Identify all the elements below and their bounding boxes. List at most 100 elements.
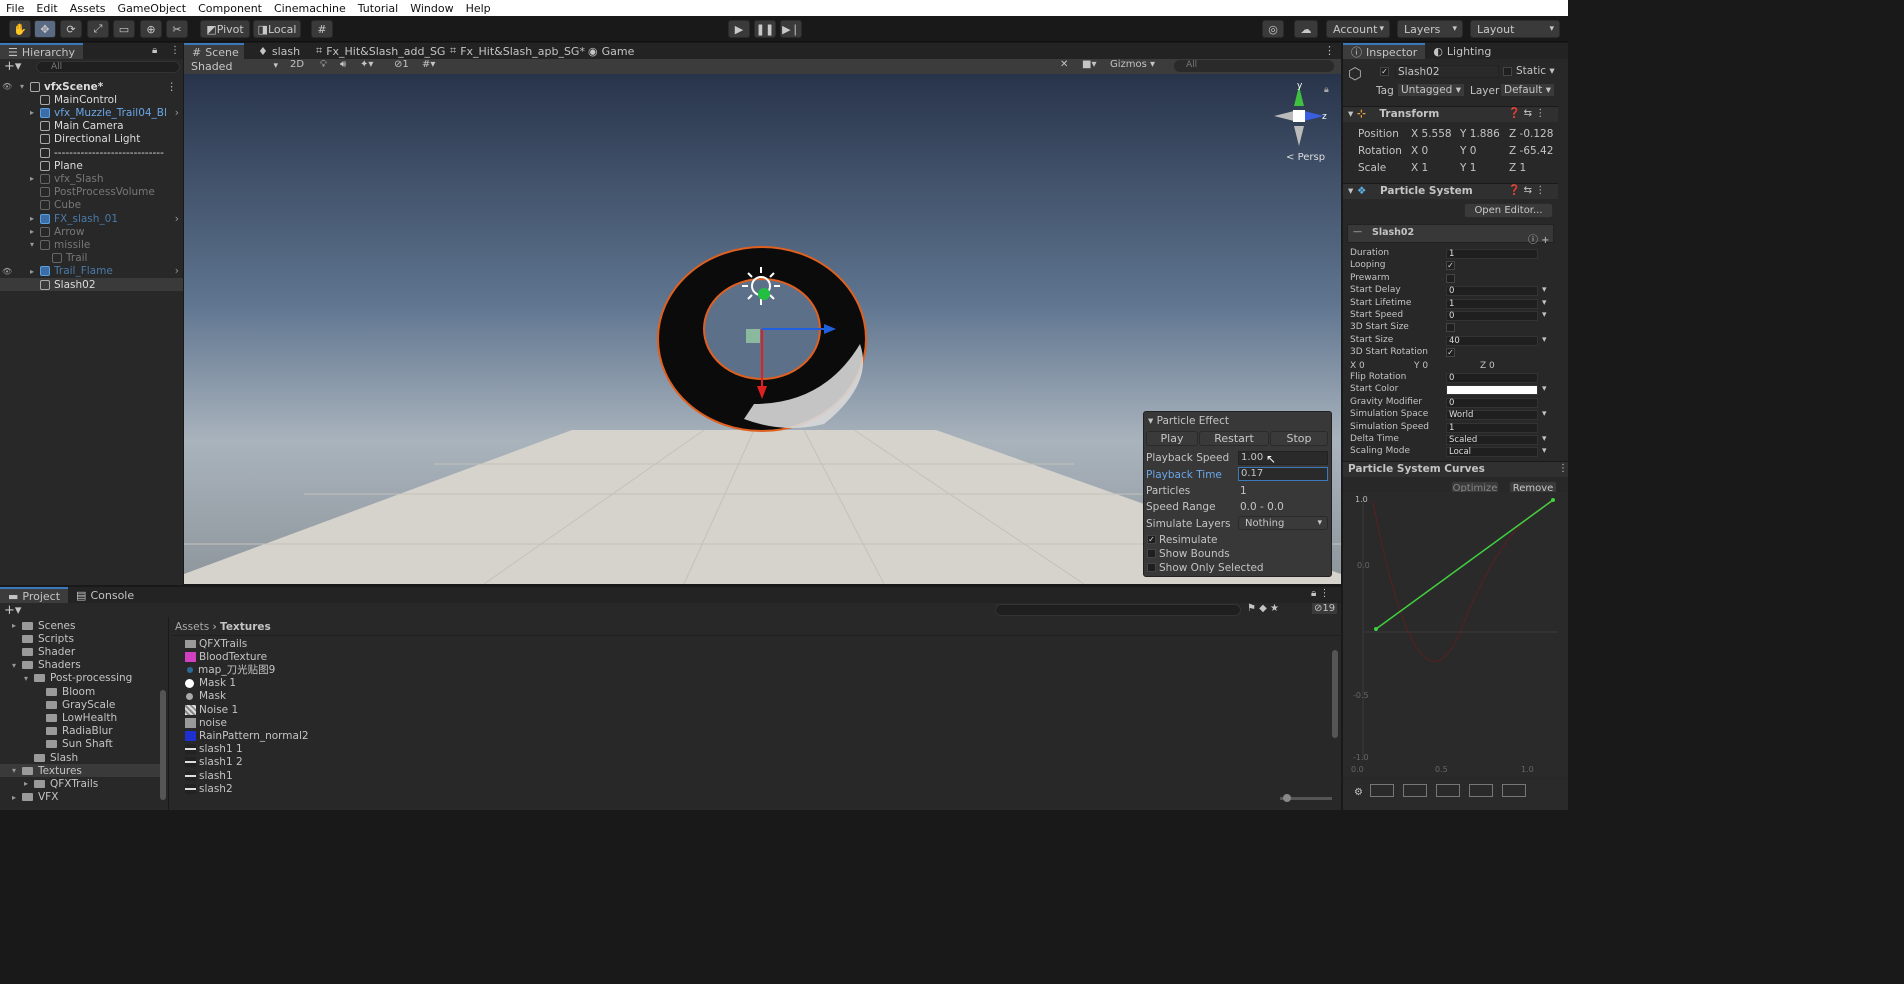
menu-tutorial[interactable]: Tutorial [352,2,404,15]
hierarchy-row[interactable]: Directional Light [0,133,183,146]
tab-scene[interactable]: # Scene [184,43,244,59]
position-x[interactable]: X 5.558 [1411,128,1452,140]
menu-gameobject[interactable]: GameObject [112,2,193,15]
foldout-arrow-icon[interactable]: ▸ [30,174,40,183]
hierarchy-row[interactable]: PostProcessVolume [0,186,183,199]
project-tree-item[interactable]: ▸ Scenes [0,619,160,632]
menu-assets[interactable]: Assets [64,2,112,15]
custom-tool-icon[interactable]: ✂ [166,20,188,38]
tag-dropdown[interactable]: Untagged ▾ [1398,84,1464,96]
effects-toggle-icon[interactable]: ✦▾ [360,59,373,70]
lock-icon[interactable]: 🔒︎ [152,45,157,56]
hierarchy-row[interactable]: Plane [0,159,183,172]
dropdown-arrow-icon[interactable]: ▾ [1542,310,1547,320]
rot3-y[interactable]: Y 0 [1414,361,1428,371]
play-effect-button[interactable]: Play [1146,431,1198,446]
hierarchy-row[interactable]: ----------------------------- [0,146,183,159]
play-button[interactable]: ▶ [728,20,750,38]
step-button[interactable]: ▶❘ [780,20,802,38]
transform-header-icons[interactable]: ❓ ⇆ ⋮ [1508,108,1545,119]
shading-dropdown[interactable]: Shaded [185,59,283,73]
account-dropdown[interactable]: Account [1326,20,1390,38]
rotation-z[interactable]: Z -65.42 [1509,145,1553,157]
project-tree-item[interactable]: Bloom [0,685,160,698]
tab-inspector[interactable]: ⓘ Inspector [1343,43,1426,59]
layout-dropdown[interactable]: Layout [1470,20,1560,38]
hand-tool-icon[interactable]: ✋ [9,20,31,38]
project-tree-item[interactable]: Sun Shaft [0,738,160,751]
show-bounds-checkbox[interactable] [1147,549,1156,558]
add-icon[interactable]: +▾ [4,59,21,74]
asset-item[interactable]: Noise 1 [185,703,238,716]
project-tree-item[interactable]: Scripts [0,632,160,645]
show-only-selected-checkbox[interactable] [1147,563,1156,572]
menu-edit[interactable]: Edit [30,2,63,15]
curve-graph[interactable]: 1.0 0.0 -0.5 -1.0 0.0 0.5 1.0 [1343,492,1568,776]
hierarchy-row[interactable]: ▸ Arrow [0,225,183,238]
menu-cinemachine[interactable]: Cinemachine [268,2,352,15]
restart-effect-button[interactable]: Restart [1199,431,1269,446]
presets-gear-icon[interactable]: ⚙ [1354,787,1363,798]
preset-linear[interactable] [1403,784,1427,797]
scene-more-icon[interactable]: ⋮ [1324,44,1335,57]
hierarchy-row[interactable]: Slash02 [0,278,183,291]
ps-field-input[interactable]: Scaled [1446,435,1538,445]
tab-fx-add[interactable]: ⌗ Fx_Hit&Slash_add_SG [308,43,453,59]
menu-window[interactable]: Window [404,2,459,15]
rotation-x[interactable]: X 0 [1411,145,1428,157]
preset-flat[interactable] [1370,784,1394,797]
static-checkbox[interactable] [1503,67,1512,76]
layer-dropdown[interactable]: Default ▾ [1501,84,1554,96]
hierarchy-row[interactable]: MainControl [0,93,183,106]
transform-tool-icon[interactable]: ⊕ [140,20,162,38]
project-tree-item[interactable]: ▾ Post-processing [0,672,160,685]
collab-icon[interactable]: ◎ [1262,20,1284,38]
dropdown-arrow-icon[interactable]: ▾ [1542,285,1547,295]
hierarchy-row[interactable]: ▸ vfx_Slash [0,172,183,185]
project-tree-item[interactable]: LowHealth [0,711,160,724]
project-tree-item[interactable]: ▸ QFXTrails [0,777,160,790]
ps-field-input[interactable]: 1 [1446,422,1538,433]
stop-effect-button[interactable]: Stop [1270,431,1328,446]
position-z[interactable]: Z -0.128 [1509,128,1553,140]
foldout-arrow-icon[interactable]: ▸ [12,793,22,802]
move-tool-icon[interactable]: ✥ [34,20,56,38]
curves-more-icon[interactable]: ⋮ [1558,463,1568,474]
breadcrumb-textures[interactable]: Textures [220,621,271,633]
scale-tool-icon[interactable]: ⤢ [87,20,109,38]
ps-field-input[interactable]: World [1446,410,1538,421]
ps-field-checkbox[interactable] [1446,273,1455,283]
tab-hierarchy[interactable]: ☰ Hierarchy [0,43,84,59]
prefab-open-arrow-icon[interactable]: › [175,265,179,277]
hierarchy-row[interactable]: ▾ missile [0,238,183,251]
asset-item[interactable]: noise [185,716,227,729]
ps-field-checkbox[interactable]: ✓ [1446,348,1455,358]
static-dropdown[interactable]: Static ▾ [1516,65,1555,77]
curve-line[interactable] [1375,499,1554,630]
asset-item[interactable]: BloodTexture [185,650,267,663]
gizmo-persp-label[interactable]: < Persp [1286,152,1325,163]
asset-item[interactable]: map_刀光贴图9 [185,663,275,676]
particle-effect-title[interactable]: ▾ Particle Effect [1148,415,1229,427]
playback-speed-input[interactable]: 1.00 [1238,451,1328,465]
rotate-tool-icon[interactable]: ⟳ [60,20,82,38]
ps-field-input[interactable]: 0 [1446,286,1538,297]
prefab-open-arrow-icon[interactable]: › [175,107,179,119]
playback-time-input[interactable]: 0.17 [1238,467,1328,481]
open-editor-button[interactable]: Open Editor... [1464,203,1553,218]
asset-item[interactable]: Mask 1 [185,677,236,690]
layers-dropdown[interactable]: Layers [1397,20,1463,38]
hierarchy-row[interactable]: Cube [0,199,183,212]
asset-scrollbar[interactable] [1332,650,1338,738]
menu-file[interactable]: File [0,2,30,15]
ps-field-checkbox[interactable]: ✓ [1446,261,1455,271]
foldout-arrow-icon[interactable]: ▸ [30,108,40,117]
curve-editor[interactable]: 1.0 0.0 -0.5 -1.0 0.0 0.5 1.0 [1343,492,1568,776]
icon-size-slider-handle[interactable] [1283,794,1291,802]
gizmos-dropdown[interactable]: Gizmos ▾ [1110,59,1155,70]
project-tree-item[interactable]: Shader [0,645,160,658]
mode-2d-toggle[interactable]: 2D [290,59,304,70]
breadcrumb-assets[interactable]: Assets [175,621,209,633]
ps-field-input[interactable]: Local [1446,447,1538,458]
tools-icon[interactable]: ✕ [1060,59,1068,70]
